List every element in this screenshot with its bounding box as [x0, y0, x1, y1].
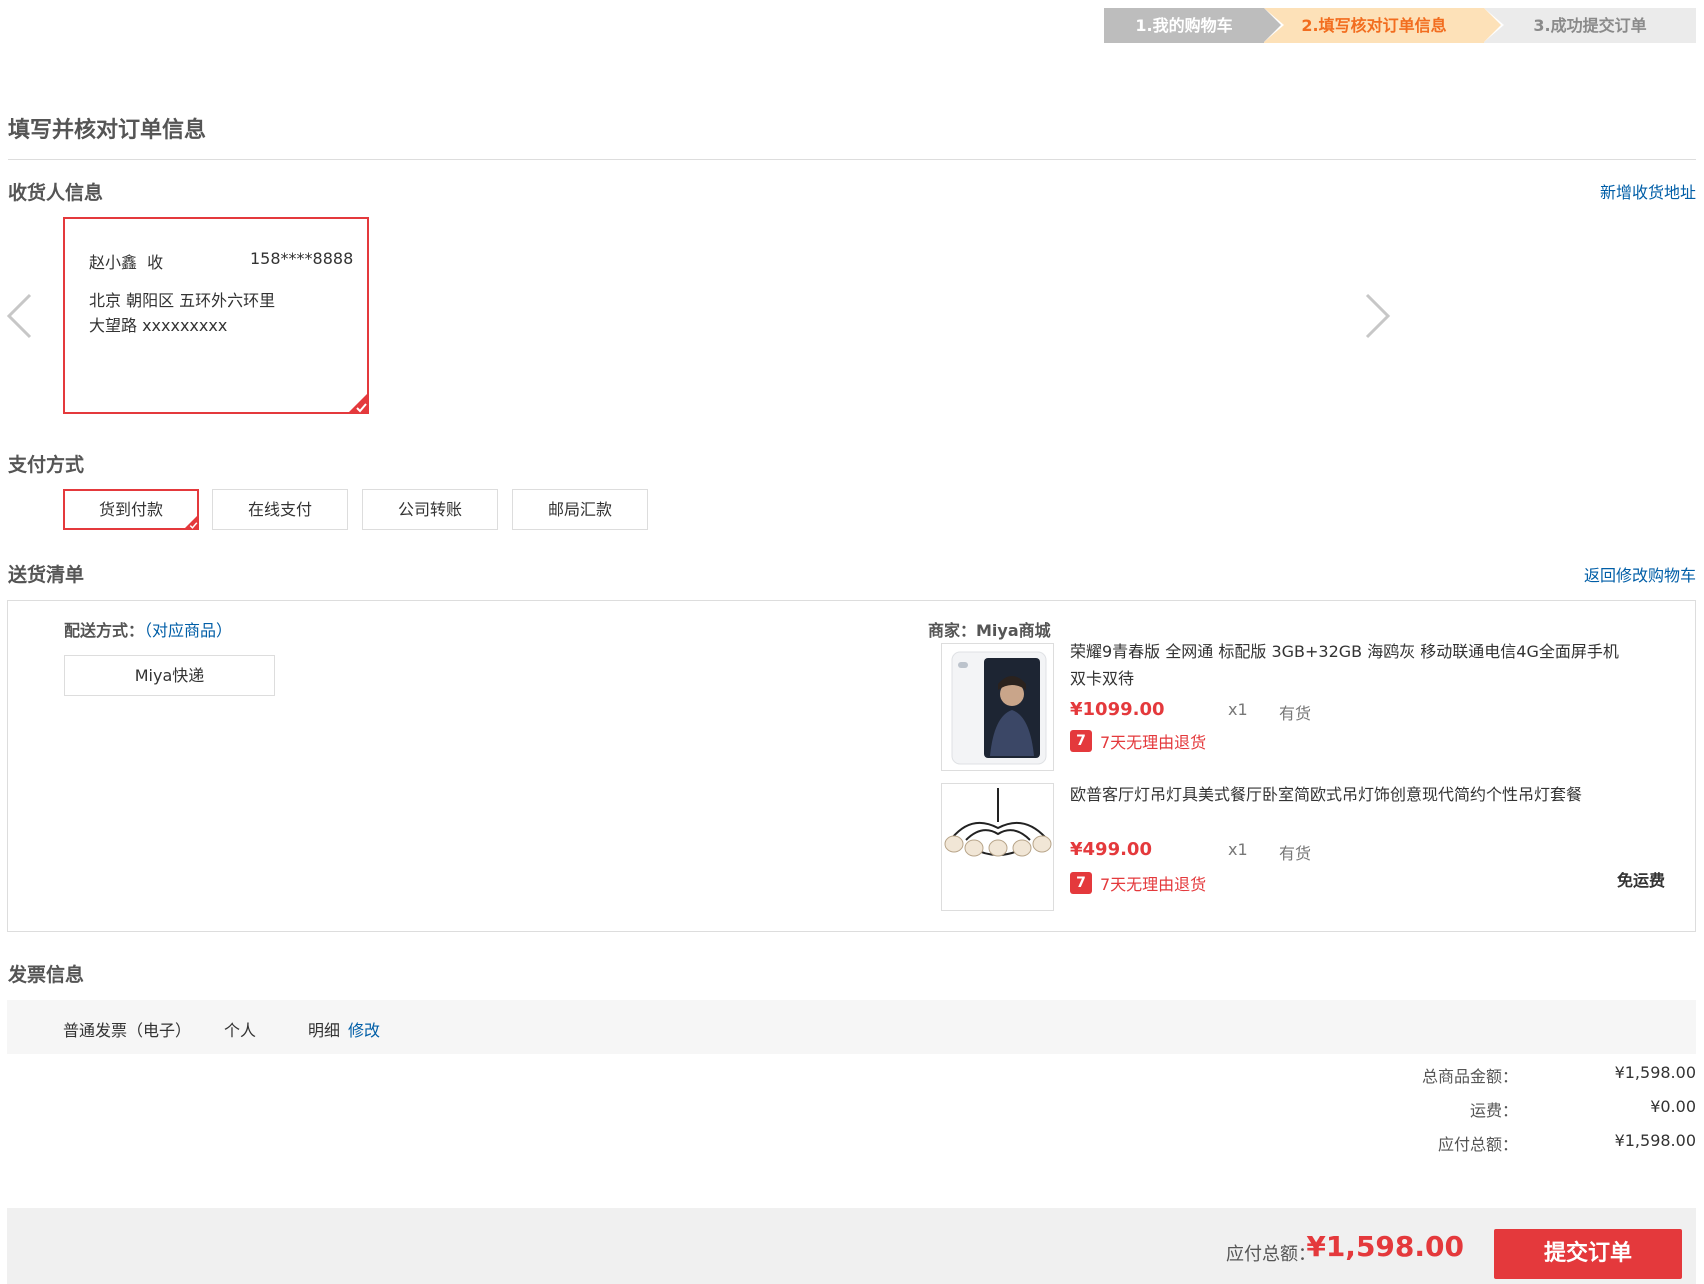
- order-footer: 应付总额： ¥1,598.00 提交订单: [7, 1208, 1696, 1284]
- product-qty: x1: [1228, 840, 1248, 859]
- step-submit-success-label: 3.成功提交订单: [1533, 16, 1647, 35]
- step-submit-success: 3.成功提交订单: [1484, 8, 1696, 43]
- product-name[interactable]: 欧普客厅灯吊灯具美式餐厅卧室简欧式吊灯饰创意现代简约个性吊灯套餐: [1070, 781, 1630, 808]
- invoice-content: 明细: [308, 1021, 341, 1040]
- pay-cod-label: 货到付款: [98, 500, 163, 519]
- product-price: ¥1099.00: [1070, 699, 1165, 720]
- step-fill-order-label: 2.填写核对订单信息: [1301, 16, 1447, 35]
- invoice-info: 普通发票（电子） 个人 明细 修改: [7, 1000, 1696, 1054]
- return-policy: 7 7天无理由退货: [1070, 871, 1206, 895]
- product-image[interactable]: [941, 783, 1054, 911]
- prev-arrow-icon[interactable]: [6, 293, 32, 348]
- product-image[interactable]: [941, 643, 1054, 771]
- back-to-cart-link[interactable]: 返回修改购物车: [1584, 562, 1696, 586]
- seven-day-return-icon: 7: [1070, 872, 1092, 894]
- next-arrow-icon[interactable]: [1365, 293, 1391, 348]
- pay-postal-button[interactable]: 邮局汇款: [512, 489, 648, 530]
- return-policy-text: 7天无理由退货: [1100, 733, 1207, 752]
- footer-payable-value: ¥1,598.00: [1306, 1230, 1464, 1263]
- pay-cod-button[interactable]: 货到付款: [63, 489, 199, 530]
- consignee-section-title: 收货人信息: [8, 182, 104, 204]
- product-price: ¥499.00: [1070, 839, 1152, 860]
- delivery-list: 配送方式：（对应商品） Miya快递 商家：Miya商城 荣耀9青春版 全网通 …: [7, 600, 1696, 932]
- goods-total-value: ¥1,598.00: [1614, 1063, 1696, 1082]
- consignee-name: 赵小鑫 收: [89, 253, 164, 272]
- add-address-link[interactable]: 新增收货地址: [1600, 179, 1696, 203]
- product-name[interactable]: 荣耀9青春版 全网通 标配版 3GB+32GB 海鸥灰 移动联通电信4G全面屏手…: [1070, 638, 1630, 692]
- shipping-products-link[interactable]: （对应商品）: [144, 621, 232, 640]
- step-cart: 1.我的购物车: [1104, 8, 1281, 43]
- product-qty: x1: [1228, 700, 1248, 719]
- shipping-method-text: 配送方式：: [64, 621, 145, 640]
- chandelier-product-image-icon: [944, 788, 1052, 857]
- shipping-option-miya[interactable]: Miya快递: [64, 655, 275, 696]
- payable-value: ¥1,598.00: [1614, 1131, 1696, 1150]
- invoice-type: 普通发票（电子）: [63, 1021, 192, 1040]
- invoice-section-title: 发票信息: [8, 964, 85, 986]
- return-policy: 7 7天无理由退货: [1070, 729, 1206, 753]
- invoice-edit-link[interactable]: 修改: [348, 1017, 380, 1041]
- pay-transfer-button[interactable]: 公司转账: [362, 489, 498, 530]
- product-stock: 有货: [1279, 704, 1312, 723]
- address-card[interactable]: 赵小鑫 收 158****8888 北京 朝阳区 五环外六环里 大望路 xxxx…: [63, 217, 369, 414]
- checkout-steps: 1.我的购物车 2.填写核对订单信息 3.成功提交订单: [1104, 8, 1696, 43]
- page-title: 填写并核对订单信息: [8, 118, 207, 143]
- delivery-section-title: 送货清单: [8, 564, 85, 586]
- consignee-phone: 158****8888: [250, 249, 354, 268]
- invoice-title: 个人: [224, 1021, 257, 1040]
- selected-check-icon: [183, 514, 199, 530]
- footer-payable-label: 应付总额：: [1226, 1244, 1316, 1265]
- freight-value: ¥0.00: [1650, 1097, 1696, 1116]
- step-fill-order: 2.填写核对订单信息: [1264, 8, 1501, 43]
- pay-online-button[interactable]: 在线支付: [212, 489, 348, 530]
- free-shipping-label: 免运费: [1617, 871, 1666, 890]
- product-stock: 有货: [1279, 844, 1312, 863]
- freight-label: 运费：: [1469, 1101, 1518, 1120]
- step-cart-label: 1.我的购物车: [1135, 16, 1233, 35]
- address-line-1: 北京 朝阳区 五环外六环里: [89, 291, 276, 310]
- seven-day-return-icon: 7: [1070, 730, 1092, 752]
- selected-check-icon: [347, 392, 369, 414]
- address-line-2: 大望路 xxxxxxxxx: [89, 316, 228, 335]
- payable-label: 应付总额：: [1437, 1135, 1518, 1154]
- merchant-name: 商家：Miya商城: [928, 621, 1051, 640]
- submit-order-button[interactable]: 提交订单: [1494, 1229, 1682, 1279]
- payment-section-title: 支付方式: [8, 454, 85, 476]
- return-policy-text: 7天无理由退货: [1100, 875, 1207, 894]
- title-divider: [8, 159, 1696, 160]
- shipping-method-label: 配送方式：（对应商品）: [64, 617, 232, 641]
- phone-product-image-icon: [951, 651, 1047, 765]
- goods-total-label: 总商品金额：: [1421, 1067, 1518, 1086]
